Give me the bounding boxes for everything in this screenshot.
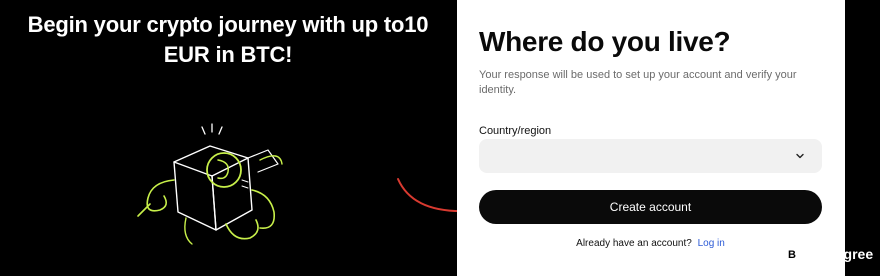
login-link[interactable]: Log in	[698, 238, 725, 249]
signup-form-panel: Where do you live? Your response will be…	[457, 0, 845, 276]
country-field-label: Country/region	[479, 125, 552, 137]
svg-text:B: B	[788, 249, 796, 261]
promo-panel: Begin your crypto journey with up to10 E…	[0, 0, 457, 276]
login-prompt-text: Already have an account?	[576, 238, 692, 249]
chevron-down-icon	[796, 153, 804, 159]
page-title: Where do you live?	[479, 26, 731, 57]
promo-heading-line1: Begin your crypto journey with up to10	[27, 12, 429, 37]
bitdegree-brand-text: BitDegree	[807, 246, 874, 262]
bitdegree-watermark: B BitDegree	[782, 242, 873, 266]
create-account-button[interactable]: Create account	[479, 190, 822, 224]
gift-box-illustration	[137, 123, 283, 245]
country-select[interactable]	[479, 139, 822, 173]
form-subtitle: Your response will be used to set up you…	[479, 69, 797, 96]
right-margin	[845, 0, 880, 276]
login-prompt-row: Already have an account? Log in	[479, 238, 822, 249]
bitdegree-logo-icon: B	[783, 243, 801, 265]
promo-heading: Begin your crypto journey with up to10 E…	[8, 10, 448, 70]
promo-heading-line2: EUR in BTC!	[163, 42, 293, 67]
